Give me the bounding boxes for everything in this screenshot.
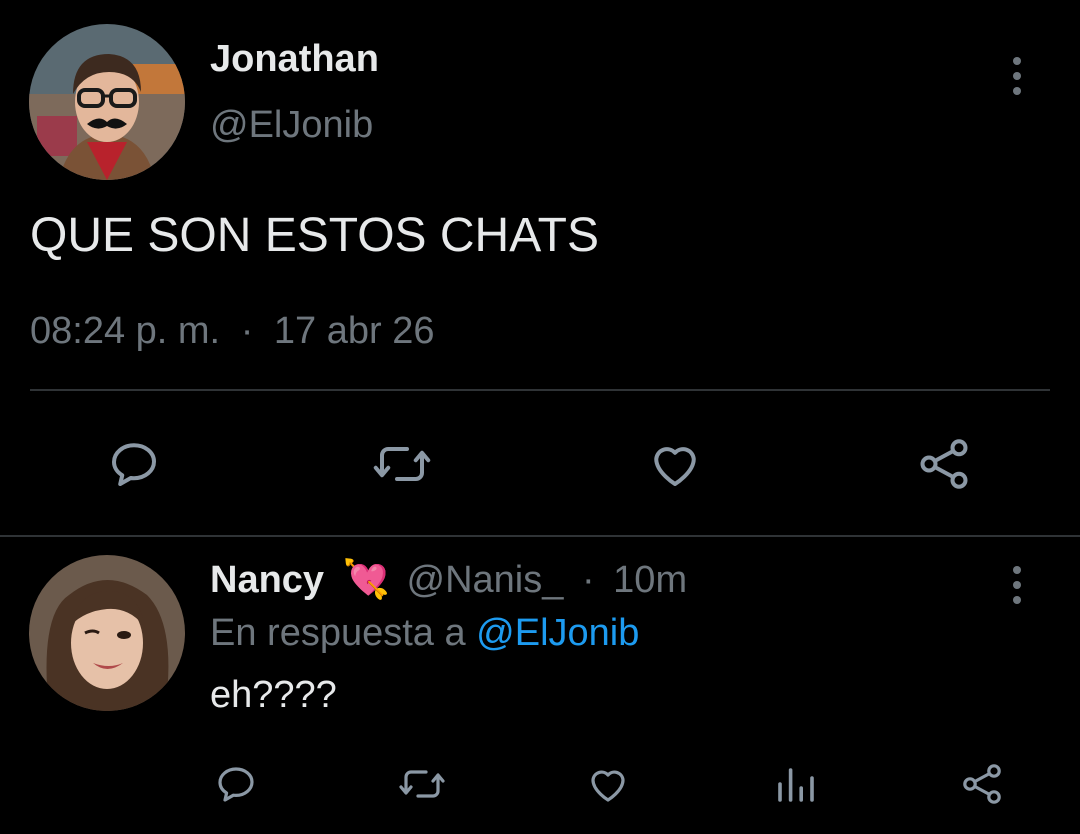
retweet-button[interactable] (369, 434, 435, 494)
heart-icon (591, 770, 625, 802)
reply-age: 10m (613, 559, 688, 601)
person-avatar-icon (29, 24, 185, 180)
reply-icon (112, 443, 156, 486)
share-icon (963, 764, 1001, 804)
dot (1013, 72, 1021, 80)
tweet-time: 08:24 p. m. (30, 310, 221, 352)
tweet-text: QUE SON ESTOS CHATS (30, 209, 599, 262)
in-reply-to-handle[interactable]: @ElJonib (476, 612, 639, 654)
handle[interactable]: @ElJonib (210, 104, 373, 147)
reply-header: Nancy 💘 @Nanis_ · 10m (210, 558, 687, 602)
handle[interactable]: @Nanis_ (407, 559, 564, 601)
display-name[interactable]: Nancy (210, 559, 324, 601)
dot (1013, 566, 1021, 574)
analytics-icon (778, 768, 814, 802)
reply-text: eh???? (210, 674, 337, 716)
reply-button[interactable] (212, 760, 260, 808)
reply-icon (218, 767, 254, 802)
like-button[interactable] (645, 434, 705, 494)
dot (1013, 87, 1021, 95)
more-options-button[interactable] (1011, 57, 1023, 95)
avatar[interactable] (29, 24, 185, 180)
share-icon (920, 439, 968, 489)
retweet-icon (399, 770, 445, 798)
divider (30, 389, 1050, 391)
avatar[interactable] (29, 555, 185, 711)
dot (1013, 57, 1021, 65)
heart-arrow-emoji-icon: 💘 (342, 559, 390, 601)
retweet-button[interactable] (396, 760, 448, 808)
in-reply-to: En respuesta a @ElJonib (210, 612, 639, 655)
separator: · (240, 310, 254, 352)
tweet-date: 17 abr 26 (273, 310, 435, 352)
share-button[interactable] (958, 760, 1006, 808)
like-button[interactable] (584, 760, 632, 808)
more-options-button[interactable] (1011, 566, 1023, 604)
share-button[interactable] (914, 434, 974, 494)
reply-button[interactable] (104, 434, 164, 494)
woman-avatar-icon (29, 555, 185, 711)
separator: · (581, 559, 595, 601)
in-reply-to-prefix: En respuesta a (210, 612, 466, 654)
retweet-icon (373, 447, 431, 481)
heart-icon (654, 447, 696, 486)
section-divider (0, 535, 1080, 537)
tweet-timestamp: 08:24 p. m. · 17 abr 26 (30, 310, 434, 353)
analytics-button[interactable] (772, 760, 820, 808)
dot (1013, 581, 1021, 589)
dot (1013, 596, 1021, 604)
display-name[interactable]: Jonathan (210, 38, 379, 81)
